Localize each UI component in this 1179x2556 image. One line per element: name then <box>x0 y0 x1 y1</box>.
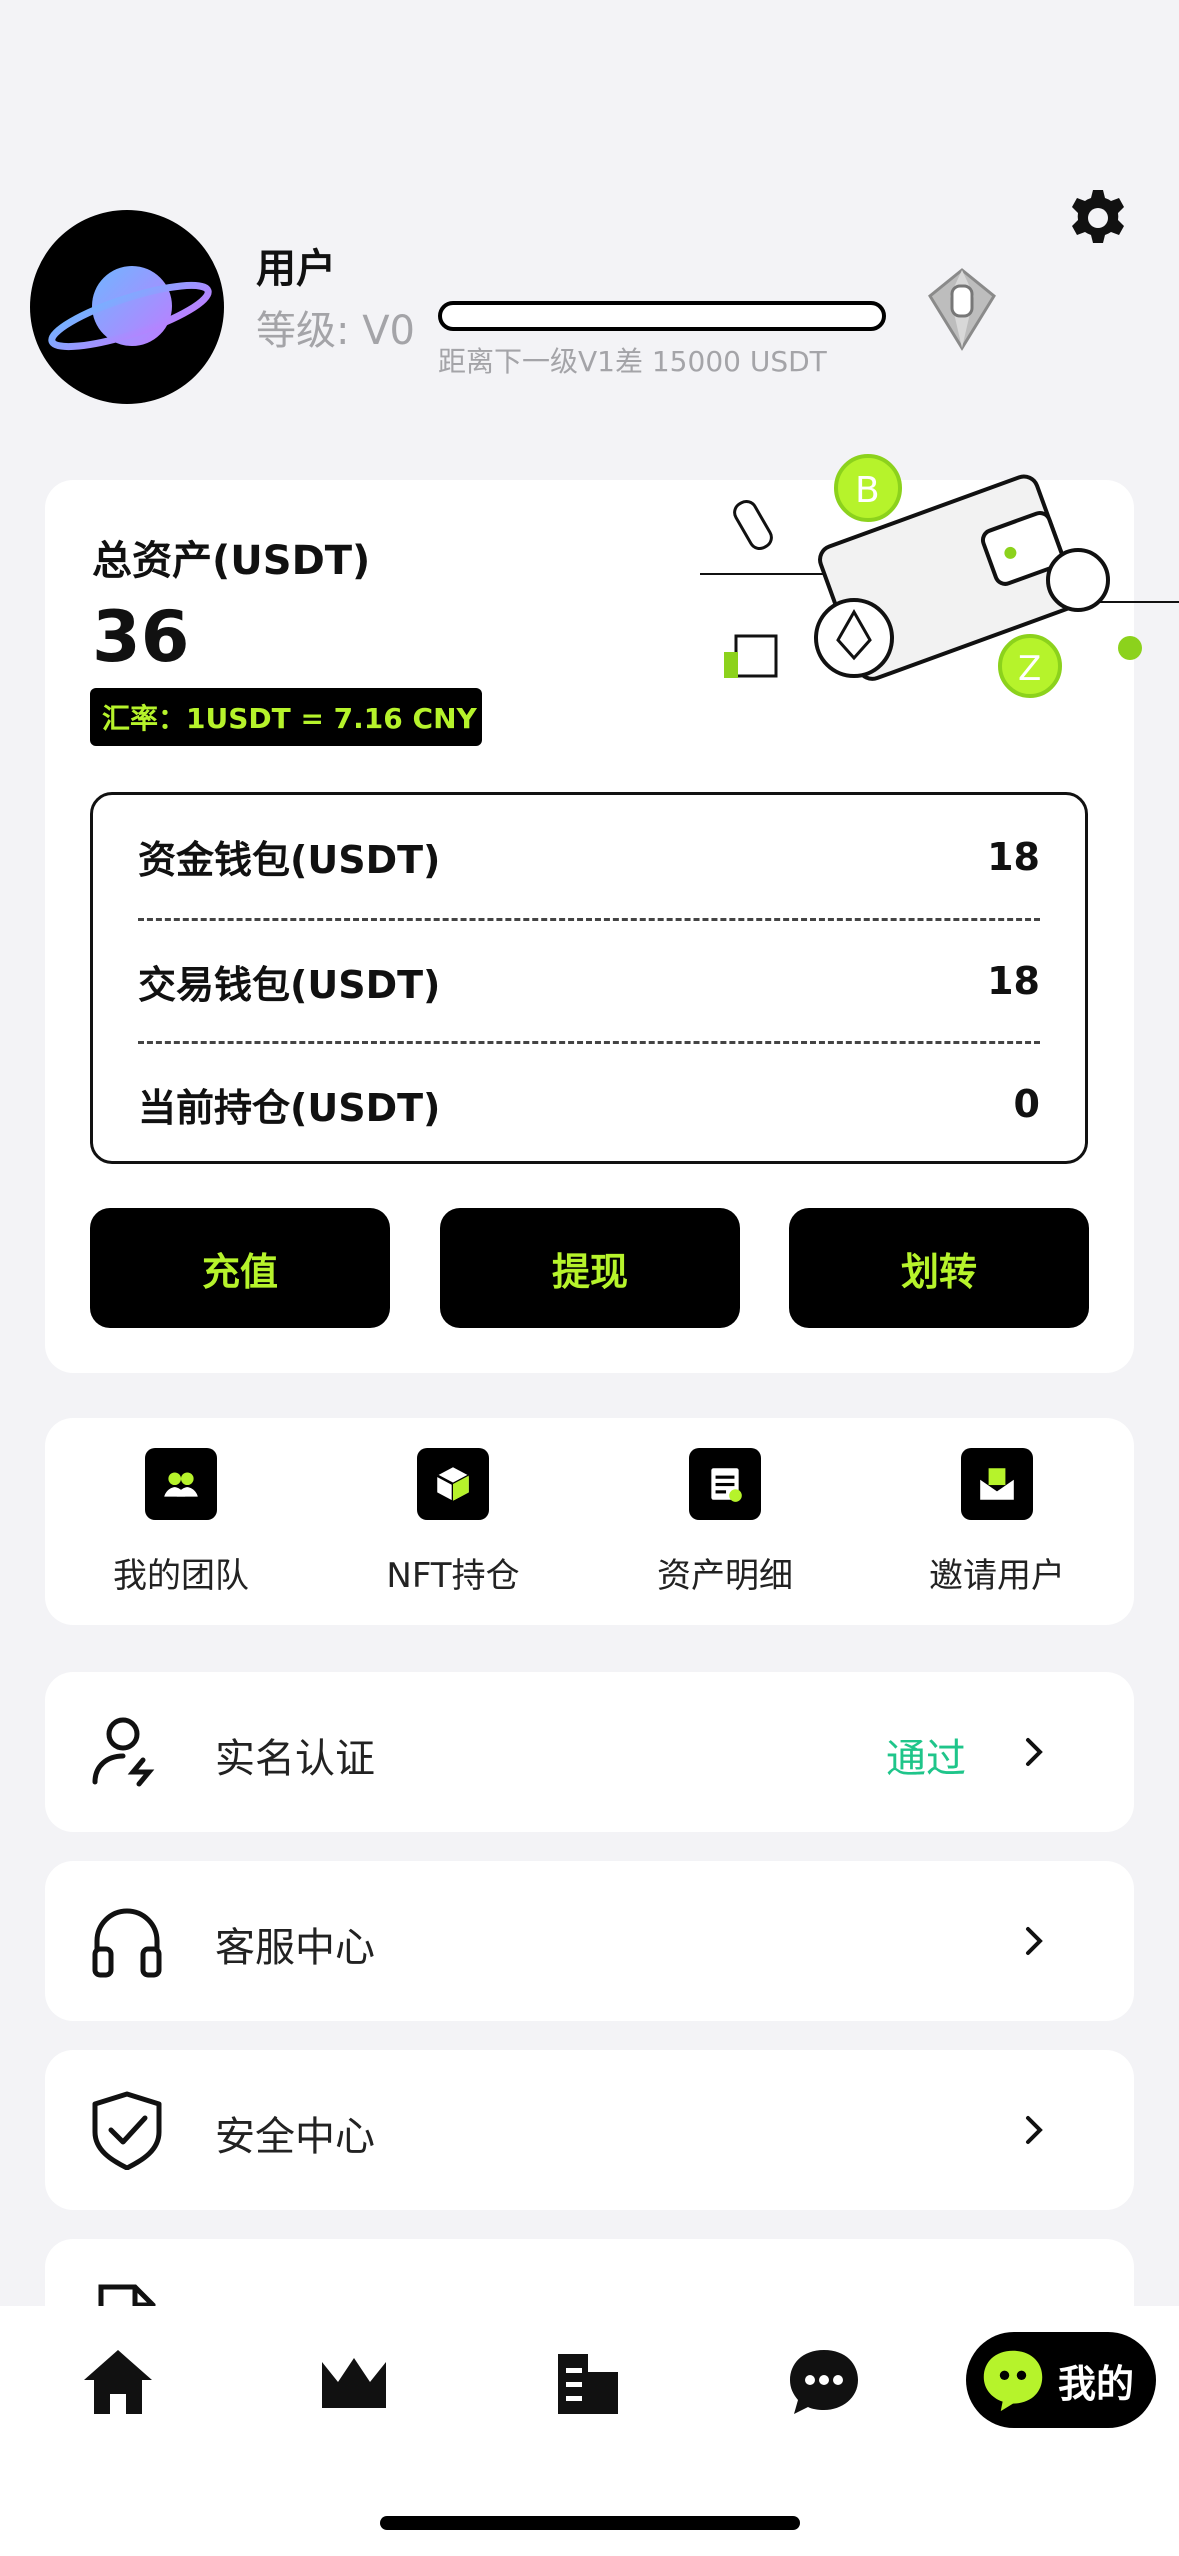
wallet-row-fund[interactable]: 资金钱包(USDT) 18 <box>138 795 1040 918</box>
chevron-right-icon <box>1016 2112 1052 2148</box>
level-label: 等级: V0 <box>256 308 416 354</box>
nav-crown-icon[interactable] <box>314 2342 394 2422</box>
menu-row-verification[interactable]: 实名认证 通过 <box>45 1672 1134 1832</box>
wallet-label: 资金钱包(USDT) <box>138 838 441 882</box>
chevron-right-icon <box>1016 1923 1052 1959</box>
wallet-row-position[interactable]: 当前持仓(USDT) 0 <box>138 1041 1040 1164</box>
username: 用户 <box>256 246 336 292</box>
level-badge-icon <box>924 266 1000 352</box>
shield-check-icon <box>87 2090 167 2171</box>
nav-active-label: 我的 <box>1058 2361 1135 2406</box>
withdraw-button[interactable]: 提现 <box>440 1208 740 1328</box>
menu-label: 实名认证 <box>215 1736 375 1782</box>
user-verify-icon <box>87 1712 167 1792</box>
verification-status: 通过 <box>886 1736 966 1782</box>
quick-links: 我的团队 NFT持仓 资产明细 邀请用户 <box>45 1418 1134 1625</box>
home-indicator[interactable] <box>380 2516 800 2530</box>
quick-link-label: 邀请用户 <box>929 1556 1065 1596</box>
transfer-button[interactable]: 划转 <box>789 1208 1089 1328</box>
level-progress-bar <box>438 301 886 331</box>
wallet-label: 交易钱包(USDT) <box>138 962 441 1007</box>
next-level-text: 距离下一级V1差 15000 USDT <box>438 345 827 378</box>
recharge-button[interactable]: 充值 <box>90 1208 390 1328</box>
asset-detail-icon <box>689 1448 761 1520</box>
menu-label: 客服中心 <box>215 1925 375 1971</box>
total-assets-label: 总资产(USDT) <box>92 538 371 584</box>
wallet-label: 当前持仓(USDT) <box>138 1085 441 1130</box>
quick-link-invite[interactable]: 邀请用户 <box>861 1448 1133 1608</box>
menu-row-security[interactable]: 安全中心 <box>45 2050 1134 2210</box>
headset-icon <box>87 1901 167 1981</box>
svg-text:B: B <box>855 470 880 511</box>
wallet-illustration-icon: B Z <box>690 430 1179 710</box>
quick-link-team[interactable]: 我的团队 <box>45 1448 317 1608</box>
team-icon <box>145 1448 217 1520</box>
wallet-value: 18 <box>987 834 1040 879</box>
nav-profile-active[interactable]: 我的 <box>966 2332 1156 2428</box>
svg-text:Z: Z <box>1018 649 1041 689</box>
quick-link-asset-detail[interactable]: 资产明细 <box>589 1448 861 1608</box>
nav-building-icon[interactable] <box>548 2342 628 2422</box>
settings-gear-icon[interactable] <box>1066 186 1130 250</box>
planet-icon <box>48 266 212 351</box>
invite-mail-icon <box>961 1448 1033 1520</box>
nav-chat-icon[interactable] <box>784 2342 864 2422</box>
avatar[interactable] <box>30 210 224 404</box>
quick-link-label: 我的团队 <box>113 1556 249 1596</box>
chevron-right-icon <box>1016 1734 1052 1770</box>
menu-label: 安全中心 <box>215 2114 375 2160</box>
quick-link-label: NFT持仓 <box>386 1556 520 1596</box>
nft-box-icon <box>417 1448 489 1520</box>
wallet-breakdown: 资金钱包(USDT) 18 交易钱包(USDT) 18 当前持仓(USDT) 0 <box>90 792 1088 1164</box>
nav-home-icon[interactable] <box>78 2342 158 2422</box>
profile-face-icon <box>983 2350 1043 2412</box>
wallet-value: 0 <box>1013 1082 1040 1126</box>
wallet-row-trade[interactable]: 交易钱包(USDT) 18 <box>138 918 1040 1041</box>
quick-link-label: 资产明细 <box>657 1556 793 1596</box>
total-assets-value: 36 <box>92 596 190 678</box>
exchange-rate-badge: 汇率：1USDT = 7.16 CNY <box>90 688 482 746</box>
quick-link-nft[interactable]: NFT持仓 <box>317 1448 589 1608</box>
wallet-value: 18 <box>987 959 1040 1003</box>
menu-row-support[interactable]: 客服中心 <box>45 1861 1134 2021</box>
